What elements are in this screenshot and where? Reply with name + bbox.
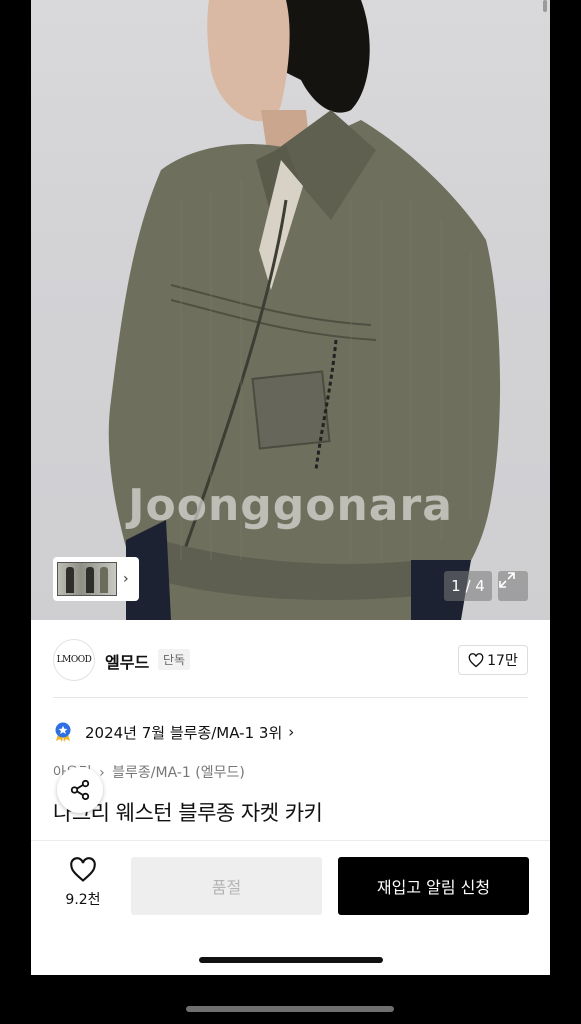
ranking-text: 2024년 7월 블루종/MA-1 3위 <box>85 723 283 742</box>
wishlist-button[interactable]: 9.2천 <box>53 857 113 909</box>
exclusive-badge: 단독 <box>158 649 191 670</box>
expand-button[interactable] <box>498 571 528 601</box>
share-button[interactable] <box>57 767 103 813</box>
thumbnail-strip[interactable]: › <box>53 557 139 601</box>
divider <box>53 697 528 698</box>
heart-icon <box>468 652 484 667</box>
seller-name[interactable]: 엘무드 <box>105 649 149 673</box>
ranking-link[interactable]: 2024년 7월 블루종/MA-1 3위 › <box>53 720 294 744</box>
soldout-button: 품절 <box>131 857 322 915</box>
app-screen: Joonggonara › 1 / 4 LMOOD 엘무드 단독 17만 202… <box>31 0 550 975</box>
seller-logo[interactable]: LMOOD <box>53 639 95 681</box>
seller-row: LMOOD 엘무드 단독 17만 <box>53 637 528 683</box>
watermark: Joonggonara <box>128 480 453 531</box>
chevron-right-icon: › <box>288 723 295 741</box>
share-icon <box>70 779 90 801</box>
chevron-right-icon: › <box>123 571 129 587</box>
restock-alert-button[interactable]: 재입고 알림 신청 <box>338 857 529 915</box>
scroll-indicator[interactable] <box>543 0 547 12</box>
system-home-indicator[interactable] <box>186 1006 394 1012</box>
image-page-counter: 1 / 4 <box>444 571 492 601</box>
breadcrumb-item[interactable]: 블루종/MA-1 (엘무드) <box>112 765 245 781</box>
rank-badge-icon <box>55 722 71 742</box>
bottom-action-bar: 9.2천 품절 재입고 알림 신청 <box>31 840 550 975</box>
thumbnail-image <box>57 562 117 596</box>
wishlist-count: 9.2천 <box>65 892 101 908</box>
expand-icon <box>499 572 515 588</box>
seller-like-button[interactable]: 17만 <box>458 645 528 675</box>
heart-icon <box>70 857 96 882</box>
seller-like-count: 17만 <box>487 653 518 669</box>
product-image[interactable]: Joonggonara › 1 / 4 <box>31 0 550 620</box>
home-indicator[interactable] <box>199 957 383 963</box>
